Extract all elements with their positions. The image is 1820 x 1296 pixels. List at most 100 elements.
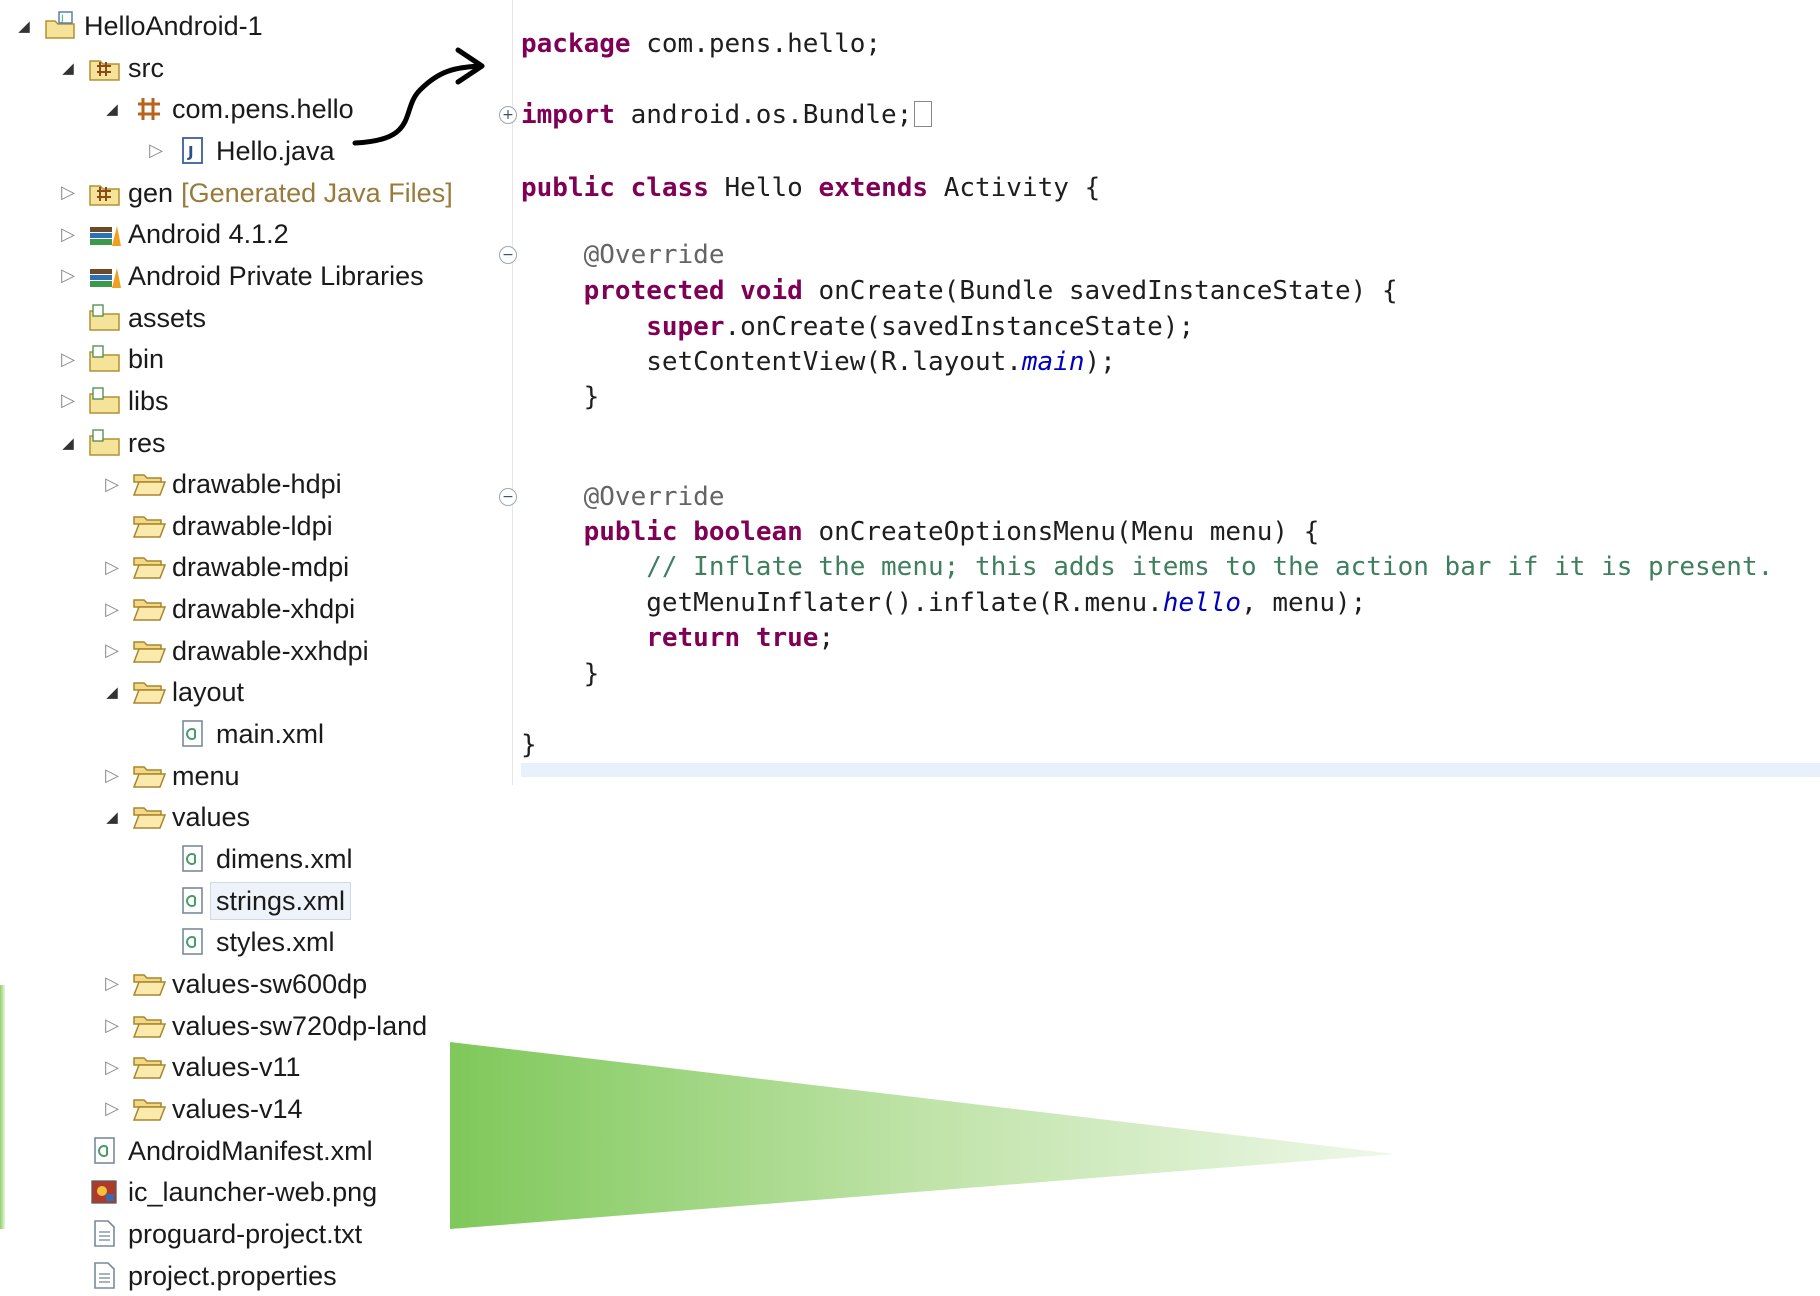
tree-item-label: drawable-hdpi bbox=[172, 469, 342, 500]
tree-item-android-412[interactable]: ▷ Android 4.1.2 bbox=[0, 214, 500, 254]
tree-item-values-v11[interactable]: ▷ values-v11 bbox=[0, 1047, 500, 1087]
tree-item-drawable-xxhdpi[interactable]: ▷ drawable-xxhdpi bbox=[0, 631, 500, 671]
collapsed-arrow-icon[interactable]: ▷ bbox=[58, 390, 78, 411]
folder-icon bbox=[88, 427, 122, 459]
open-folder-icon bbox=[132, 1051, 166, 1083]
tree-item-gen[interactable]: ▷ gen [Generated Java Files] bbox=[0, 173, 500, 213]
tree-item-drawable-mdpi[interactable]: ▷ drawable-mdpi bbox=[0, 547, 500, 587]
tree-item-label: drawable-xxhdpi bbox=[172, 635, 369, 666]
collapsed-arrow-icon[interactable]: ▷ bbox=[102, 640, 122, 661]
tree-item-drawable-ldpi[interactable]: drawable-ldpi bbox=[0, 506, 500, 546]
collapsed-arrow-icon[interactable]: ▷ bbox=[102, 599, 122, 619]
collapsed-arrow-icon[interactable]: ▷ bbox=[102, 1098, 122, 1119]
code-token: main bbox=[1021, 347, 1085, 377]
code-line[interactable]: super.onCreate(savedInstanceState); bbox=[521, 310, 1194, 344]
tree-item-values-sw720dp-land[interactable]: ▷ values-sw720dp-land bbox=[0, 1006, 500, 1046]
tree-item-strings-xml[interactable]: strings.xml bbox=[0, 881, 500, 921]
code-line[interactable]: setContentView(R.layout.main); bbox=[521, 345, 1116, 379]
code-token: protected bbox=[521, 276, 725, 306]
code-token: boolean bbox=[693, 517, 803, 547]
project-explorer-tree: ◢ J HelloAndroid-1 ◢ src ◢ com.pens.hello ▷ J Hel… bbox=[0, 0, 500, 1291]
code-line[interactable]: protected void onCreate(Bundle savedInst… bbox=[521, 274, 1398, 308]
tree-item-android-manifest[interactable]: AndroidManifest.xml bbox=[0, 1131, 500, 1171]
folded-code-marker-icon[interactable] bbox=[914, 101, 933, 127]
code-token: com.pens.hello; bbox=[646, 29, 882, 59]
open-folder-icon bbox=[132, 801, 166, 833]
code-line[interactable]: } bbox=[521, 380, 600, 414]
tree-item-values[interactable]: ◢ values bbox=[0, 797, 500, 837]
expanded-arrow-icon[interactable]: ◢ bbox=[102, 682, 122, 702]
tree-item-android-private-libs[interactable]: ▷ Android Private Libraries bbox=[0, 256, 500, 296]
tree-item-label: bin bbox=[128, 344, 165, 375]
tree-item-drawable-xhdpi[interactable]: ▷ drawable-xhdpi bbox=[0, 589, 500, 629]
folder-icon bbox=[88, 385, 122, 417]
fold-collapse-icon[interactable]: − bbox=[499, 488, 517, 506]
xml-file-icon bbox=[176, 926, 210, 958]
collapsed-arrow-icon[interactable]: ▷ bbox=[102, 973, 122, 994]
code-token: Hello bbox=[724, 173, 803, 203]
collapsed-arrow-icon[interactable]: ▷ bbox=[58, 349, 78, 369]
folder-icon bbox=[88, 343, 122, 375]
code-line[interactable]: + import android.os.Bundle; bbox=[499, 98, 933, 132]
code-token: // Inflate the menu; this adds items to … bbox=[521, 552, 1774, 582]
code-token: onCreate(Bundle savedInstanceState) { bbox=[818, 276, 1398, 306]
tree-item-drawable-hdpi[interactable]: ▷ drawable-hdpi bbox=[0, 464, 500, 504]
code-line[interactable]: public class Hello extends Activity { bbox=[521, 171, 1100, 205]
code-line[interactable]: // Inflate the menu; this adds items to … bbox=[521, 550, 1773, 584]
tree-item-label: Android 4.1.2 bbox=[128, 219, 289, 250]
tree-item-proguard[interactable]: proguard-project.txt bbox=[0, 1214, 500, 1254]
code-line[interactable]: package com.pens.hello; bbox=[521, 27, 881, 61]
tree-item-assets[interactable]: assets bbox=[0, 298, 500, 338]
collapsed-arrow-icon[interactable]: ▷ bbox=[102, 1015, 122, 1036]
tree-item-label: project.properties bbox=[128, 1260, 337, 1291]
code-line[interactable]: } bbox=[521, 657, 600, 691]
collapsed-arrow-icon[interactable]: ▷ bbox=[102, 1057, 122, 1077]
open-folder-icon bbox=[132, 551, 166, 583]
code-line[interactable]: public boolean onCreateOptionsMenu(Menu … bbox=[521, 515, 1320, 549]
tree-item-project-properties[interactable]: project.properties bbox=[0, 1256, 500, 1296]
code-token: } bbox=[521, 659, 600, 689]
code-line[interactable]: − @Override bbox=[499, 480, 725, 514]
open-folder-icon bbox=[132, 510, 166, 542]
code-line[interactable]: } bbox=[521, 728, 537, 762]
code-token: ); bbox=[1084, 347, 1116, 377]
collapsed-arrow-icon[interactable]: ▷ bbox=[58, 265, 78, 286]
pointer-arrow-icon bbox=[352, 47, 485, 146]
code-token: getMenuInflater().inflate(R.menu. bbox=[521, 588, 1163, 618]
tree-item-bin[interactable]: ▷ bin bbox=[0, 339, 500, 379]
tree-item-libs[interactable]: ▷ libs bbox=[0, 381, 500, 421]
code-token: Activity { bbox=[943, 173, 1101, 203]
tree-item-ic-launcher[interactable]: ic_launcher-web.png bbox=[0, 1172, 500, 1212]
tree-item-label: proguard-project.txt bbox=[128, 1218, 363, 1249]
xml-file-icon bbox=[176, 843, 210, 875]
code-editor[interactable]: package com.pens.hello; + import android.o… bbox=[499, 0, 1820, 785]
tree-item-main-xml[interactable]: main.xml bbox=[0, 714, 500, 754]
code-line[interactable]: getMenuInflater().inflate(R.menu.hello, … bbox=[521, 586, 1366, 620]
collapsed-arrow-icon[interactable]: ▷ bbox=[58, 224, 78, 244]
xml-file-icon bbox=[88, 1135, 122, 1167]
tree-item-menu[interactable]: ▷ menu bbox=[0, 756, 500, 796]
code-token: android.os.Bundle; bbox=[630, 100, 913, 130]
expanded-arrow-icon[interactable]: ◢ bbox=[102, 807, 122, 827]
tree-item-layout[interactable]: ◢ layout bbox=[0, 672, 500, 712]
open-folder-icon bbox=[132, 635, 166, 667]
expanded-arrow-icon[interactable]: ◢ bbox=[58, 433, 78, 453]
fold-collapse-icon[interactable]: − bbox=[499, 246, 517, 264]
tree-item-label: main.xml bbox=[216, 719, 325, 750]
code-token: true bbox=[755, 623, 819, 653]
collapsed-arrow-icon[interactable]: ▷ bbox=[102, 474, 122, 494]
open-folder-icon bbox=[132, 1093, 166, 1125]
collapsed-arrow-icon[interactable]: ▷ bbox=[58, 182, 78, 203]
tree-item-res[interactable]: ◢ res bbox=[0, 423, 500, 463]
tree-item-label: styles.xml bbox=[216, 927, 335, 958]
tree-item-values-sw600dp[interactable]: ▷ values-sw600dp bbox=[0, 964, 500, 1004]
code-line[interactable]: return true; bbox=[521, 621, 834, 655]
collapsed-arrow-icon[interactable]: ▷ bbox=[102, 557, 122, 577]
collapsed-arrow-icon[interactable]: ▷ bbox=[102, 765, 122, 786]
tree-item-styles-xml[interactable]: styles.xml bbox=[0, 922, 500, 962]
tree-item-values-v14[interactable]: ▷ values-v14 bbox=[0, 1089, 500, 1129]
tree-item-dimens-xml[interactable]: dimens.xml bbox=[0, 839, 500, 879]
code-token: ; bbox=[818, 623, 835, 653]
tree-item-label: libs bbox=[128, 385, 169, 416]
code-line[interactable]: − @Override bbox=[499, 238, 725, 272]
